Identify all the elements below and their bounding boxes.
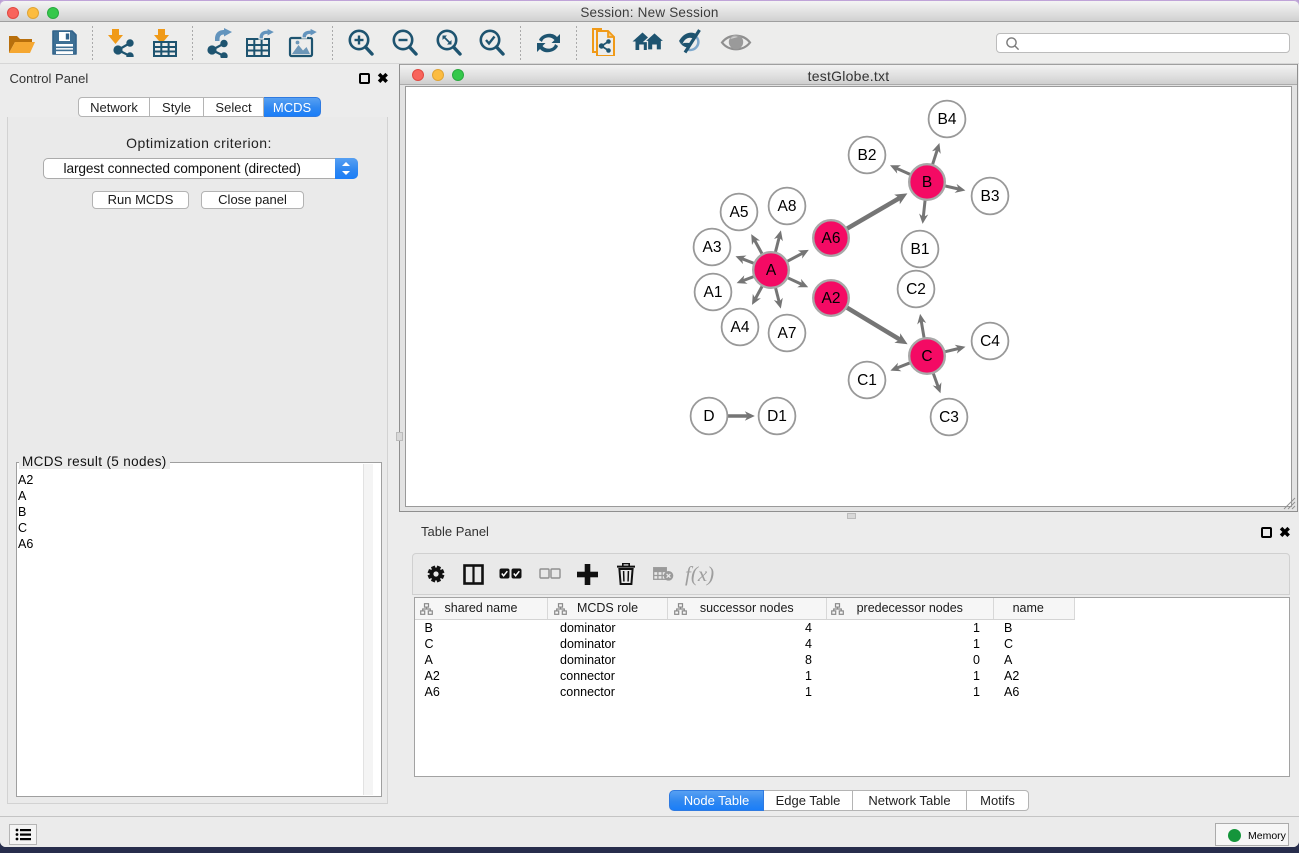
svg-text:A2: A2 (822, 290, 841, 307)
svg-text:C1: C1 (857, 372, 877, 389)
svg-text:C3: C3 (939, 409, 959, 426)
svg-text:C4: C4 (980, 333, 1000, 350)
svg-text:A7: A7 (778, 325, 797, 342)
svg-text:A6: A6 (822, 230, 841, 247)
svg-text:C: C (921, 348, 932, 365)
svg-text:A5: A5 (730, 204, 749, 221)
svg-text:D: D (703, 408, 714, 425)
svg-text:B2: B2 (858, 147, 877, 164)
svg-text:C2: C2 (906, 281, 926, 298)
svg-text:A: A (766, 262, 777, 279)
svg-text:A3: A3 (703, 239, 722, 256)
svg-text:B4: B4 (938, 111, 957, 128)
svg-text:B1: B1 (911, 241, 930, 258)
svg-text:A8: A8 (778, 198, 797, 215)
svg-text:A1: A1 (704, 284, 723, 301)
svg-text:B: B (922, 174, 932, 191)
svg-text:A4: A4 (731, 319, 750, 336)
svg-text:D1: D1 (767, 408, 787, 425)
svg-text:B3: B3 (981, 188, 1000, 205)
